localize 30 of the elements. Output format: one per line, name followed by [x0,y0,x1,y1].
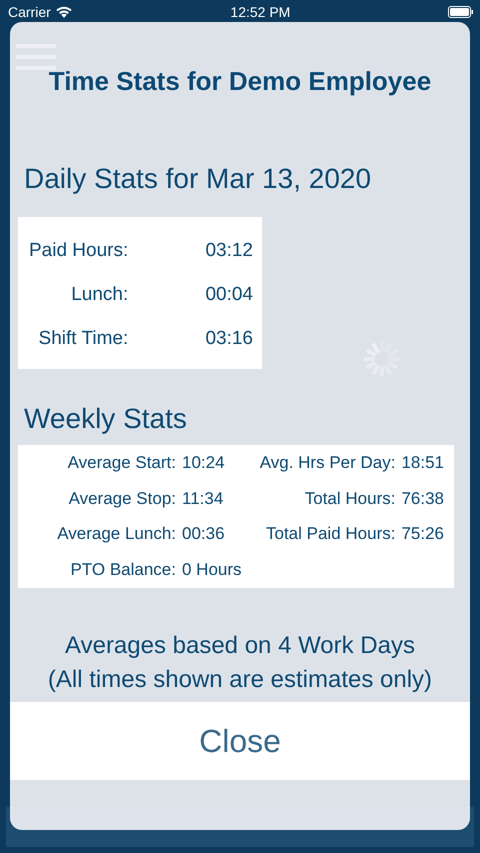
stat-value: 11:34 [182,488,224,509]
close-button[interactable]: Close [10,702,470,780]
stat-value: 00:04 [204,284,253,306]
stat-label: PTO Balance: [69,560,176,580]
stat-value: 00:36 [182,524,226,544]
clock-time: 12:52 PM [230,4,290,20]
stat-value: 10:24 [182,453,226,473]
stat-label: Average Start: [66,453,176,473]
stat-value: 03:16 [204,328,253,350]
stat-label: Shift Time: [38,328,128,350]
stat-label: Lunch: [71,284,128,306]
section-heading: Weekly Stats [23,403,188,435]
section-heading: Daily Stats for Mar 13, 2020 [23,163,372,195]
carrier-label: Carrier [8,4,51,20]
stat-value: 76:38 [401,488,444,509]
stat-label: Average Stop: [68,488,176,509]
note-text: (All times shown are estimates only) [46,666,434,694]
stat-label: Avg. Hrs Per Day: [258,453,396,473]
stat-value: 0 Hours [182,560,242,580]
stat-label: Total Paid Hours: [265,524,396,544]
battery-icon [448,6,474,18]
stat-label: Paid Hours: [29,240,128,262]
stat-label: Total Hours: [304,488,396,509]
dialog-title: Time Stats for Demo Employee [48,66,432,97]
wifi-icon [54,6,73,18]
stat-value: 18:51 [401,453,444,473]
stat-value: 75:26 [401,524,444,544]
stat-value: 03:12 [204,240,253,262]
note-text: Averages based on 4 Work Days [64,632,416,660]
stat-label: Average Lunch: [56,524,176,544]
